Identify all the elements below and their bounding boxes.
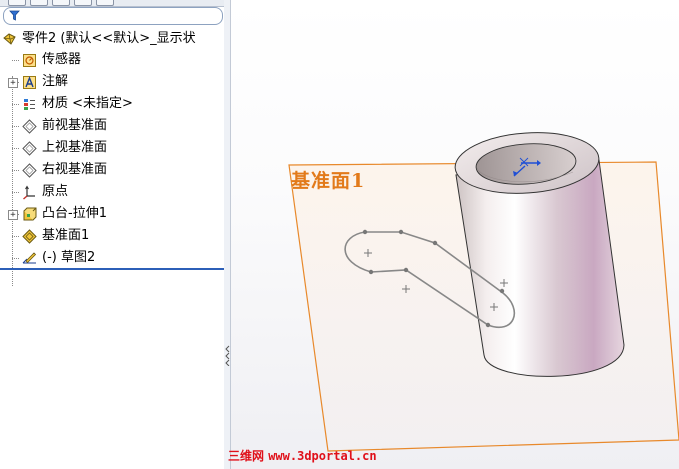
tree-connector-line [12,76,13,286]
expand-toggle[interactable]: + [8,210,18,220]
tab-dimxpert[interactable] [74,0,92,6]
feature-manager-panel: 零件2 (默认<<默认>_显示状 传感器 + 注解 材质 <未指定> 前视基准面… [0,0,225,469]
tab-display-manager[interactable] [96,0,114,6]
extrude-icon [23,207,37,221]
panel-splitter[interactable] [224,0,231,469]
tree-filter-input[interactable] [3,7,223,25]
filter-icon [9,10,20,21]
plane-icon [22,141,37,156]
panel-tabs [0,0,224,7]
watermark: 三维网 www.3dportal.cn [228,449,377,463]
collapse-arrows-icon[interactable] [225,344,230,366]
expand-toggle[interactable]: + [8,78,18,88]
graphics-viewport[interactable]: 基准面1 [231,0,679,469]
plane-icon [22,163,37,178]
plane-icon [22,119,37,134]
3d-scene[interactable] [231,0,679,469]
plane1-label: 基准面1 [291,170,366,192]
material-icon [24,99,35,110]
part-icon [3,33,16,45]
tab-feature-manager[interactable] [8,0,26,6]
tab-property-manager[interactable] [30,0,48,6]
sensor-icon [23,54,36,67]
rollback-bar[interactable] [0,268,224,270]
tab-configuration-manager[interactable] [52,0,70,6]
part-name: 零件2 (默认<<默认>_显示状 [22,31,196,46]
annotation-icon [23,76,36,89]
plane-highlight-icon [22,229,37,244]
origin-icon [23,185,35,200]
sketch-icon [22,252,37,264]
